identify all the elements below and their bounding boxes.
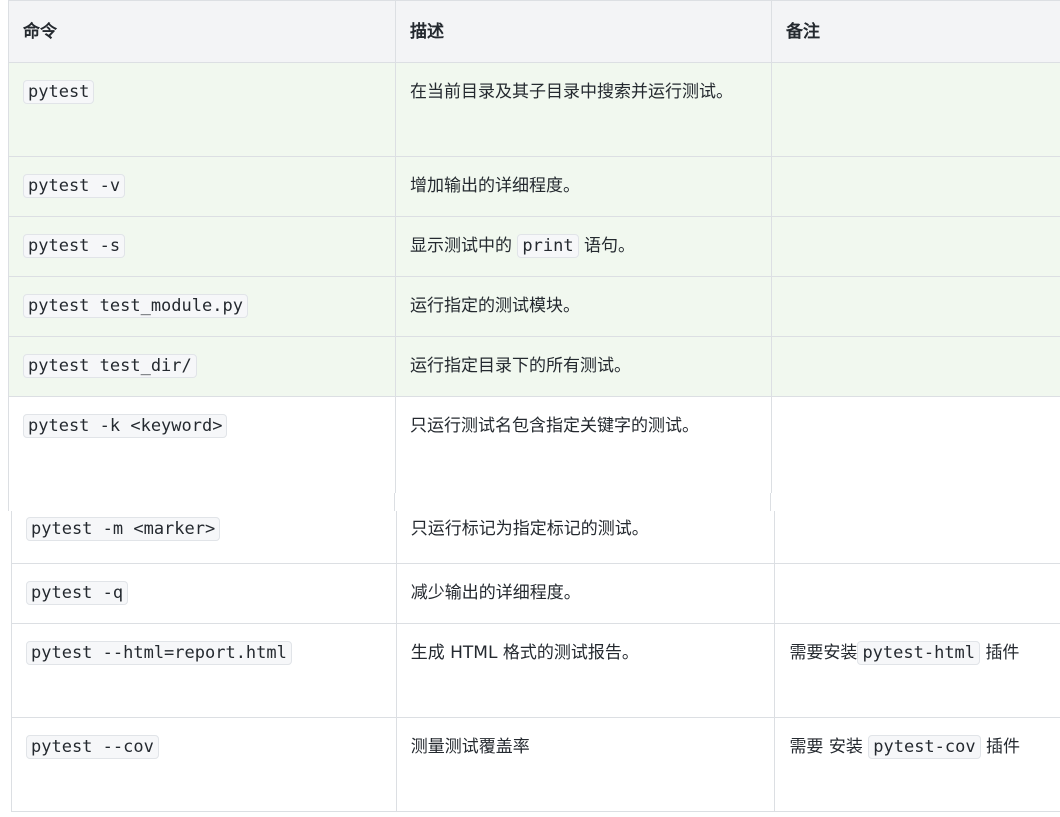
cell-note bbox=[774, 562, 1060, 624]
cell-command: pytest -s bbox=[8, 216, 396, 277]
description-text: 显示测试中的 bbox=[410, 236, 512, 256]
cell-description: 只运行标记为指定标记的测试。 bbox=[395, 511, 776, 564]
cell-command: pytest --cov bbox=[11, 716, 397, 812]
cell-command: pytest -k <keyword> bbox=[8, 396, 396, 497]
command-code: pytest test_module.py bbox=[23, 294, 248, 318]
table-row: pytest test_module.py 运行指定的测试模块。 bbox=[8, 276, 1060, 337]
header-note: 备注 bbox=[771, 0, 1060, 63]
cell-description: 只运行测试名包含指定关键字的测试。 bbox=[395, 396, 772, 497]
cell-command: pytest bbox=[8, 62, 396, 157]
cell-description: 测量测试覆盖率 bbox=[395, 716, 776, 812]
inline-code: print bbox=[517, 234, 579, 258]
table-row: pytest -q 减少输出的详细程度。 bbox=[11, 562, 1060, 624]
cell-note: 需要安装 pytest-html 插件 bbox=[774, 622, 1060, 718]
cell-note bbox=[771, 156, 1060, 217]
header-command: 命令 bbox=[8, 0, 396, 63]
cell-note bbox=[771, 276, 1060, 337]
cell-description: 减少输出的详细程度。 bbox=[395, 562, 776, 624]
command-code: pytest bbox=[23, 80, 95, 104]
table-row: pytest -m <marker> 只运行标记为指定标记的测试。 bbox=[11, 511, 1060, 564]
cell-note: 需要 安装 pytest-cov 插件 bbox=[774, 716, 1060, 812]
column-divider bbox=[770, 493, 771, 511]
table-row: pytest -k <keyword> 只运行测试名包含指定关键字的测试。 bbox=[8, 396, 1060, 497]
inline-code: pytest-cov bbox=[868, 734, 981, 759]
note-text: 插件 bbox=[985, 642, 1020, 663]
cell-description: 显示测试中的 print 语句。 bbox=[395, 216, 772, 277]
cell-description: 生成 HTML 格式的测试报告。 bbox=[395, 622, 776, 718]
table-row: pytest -v 增加输出的详细程度。 bbox=[8, 156, 1060, 217]
table-row: pytest -s 显示测试中的 print 语句。 bbox=[8, 216, 1060, 277]
table-row: pytest --html=report.html 生成 HTML 格式的测试报… bbox=[11, 622, 1060, 718]
cell-description: 在当前目录及其子目录中搜索并运行测试。 bbox=[395, 62, 772, 157]
command-code: pytest -s bbox=[23, 234, 126, 258]
column-divider bbox=[394, 493, 395, 511]
table-header-row: 命令 描述 备注 bbox=[8, 0, 1060, 63]
cell-description: 增加输出的详细程度。 bbox=[395, 156, 772, 217]
cell-note bbox=[771, 216, 1060, 277]
cell-note bbox=[771, 336, 1060, 397]
command-code: pytest -k <keyword> bbox=[23, 414, 228, 438]
note-text: 需要安装 bbox=[789, 642, 858, 663]
cell-command: pytest -q bbox=[11, 562, 397, 624]
command-code: pytest -q bbox=[26, 580, 129, 605]
description-text: 语句。 bbox=[584, 236, 635, 256]
cell-note bbox=[774, 511, 1060, 564]
table-row: pytest 在当前目录及其子目录中搜索并运行测试。 bbox=[8, 62, 1060, 157]
cell-note bbox=[771, 62, 1060, 157]
table-row: pytest test_dir/ 运行指定目录下的所有测试。 bbox=[8, 336, 1060, 397]
cell-command: pytest -v bbox=[8, 156, 396, 217]
cell-command: pytest test_module.py bbox=[8, 276, 396, 337]
table-row: pytest --cov 测量测试覆盖率 需要 安装 pytest-cov 插件 bbox=[11, 716, 1060, 812]
command-code: pytest --html=report.html bbox=[26, 640, 292, 665]
header-description: 描述 bbox=[395, 0, 772, 63]
inline-code: pytest-html bbox=[857, 640, 981, 665]
column-divider bbox=[8, 493, 9, 511]
command-code: pytest test_dir/ bbox=[23, 354, 197, 378]
cell-description: 运行指定目录下的所有测试。 bbox=[395, 336, 772, 397]
commands-table-bottom: pytest -m <marker> 只运行标记为指定标记的测试。 pytest… bbox=[11, 511, 1060, 812]
note-text: 需要 安装 bbox=[789, 736, 863, 757]
command-code: pytest --cov bbox=[26, 734, 159, 759]
cell-command: pytest -m <marker> bbox=[11, 511, 397, 564]
page-break-gap bbox=[0, 493, 1060, 511]
cell-note bbox=[771, 396, 1060, 497]
commands-table-top: 命令 描述 备注 pytest 在当前目录及其子目录中搜索并运行测试。 pyte… bbox=[8, 0, 1060, 497]
note-text: 插件 bbox=[986, 736, 1021, 757]
cell-description: 运行指定的测试模块。 bbox=[395, 276, 772, 337]
cell-command: pytest test_dir/ bbox=[8, 336, 396, 397]
command-code: pytest -m <marker> bbox=[26, 517, 221, 541]
command-code: pytest -v bbox=[23, 174, 126, 198]
cell-command: pytest --html=report.html bbox=[11, 622, 397, 718]
